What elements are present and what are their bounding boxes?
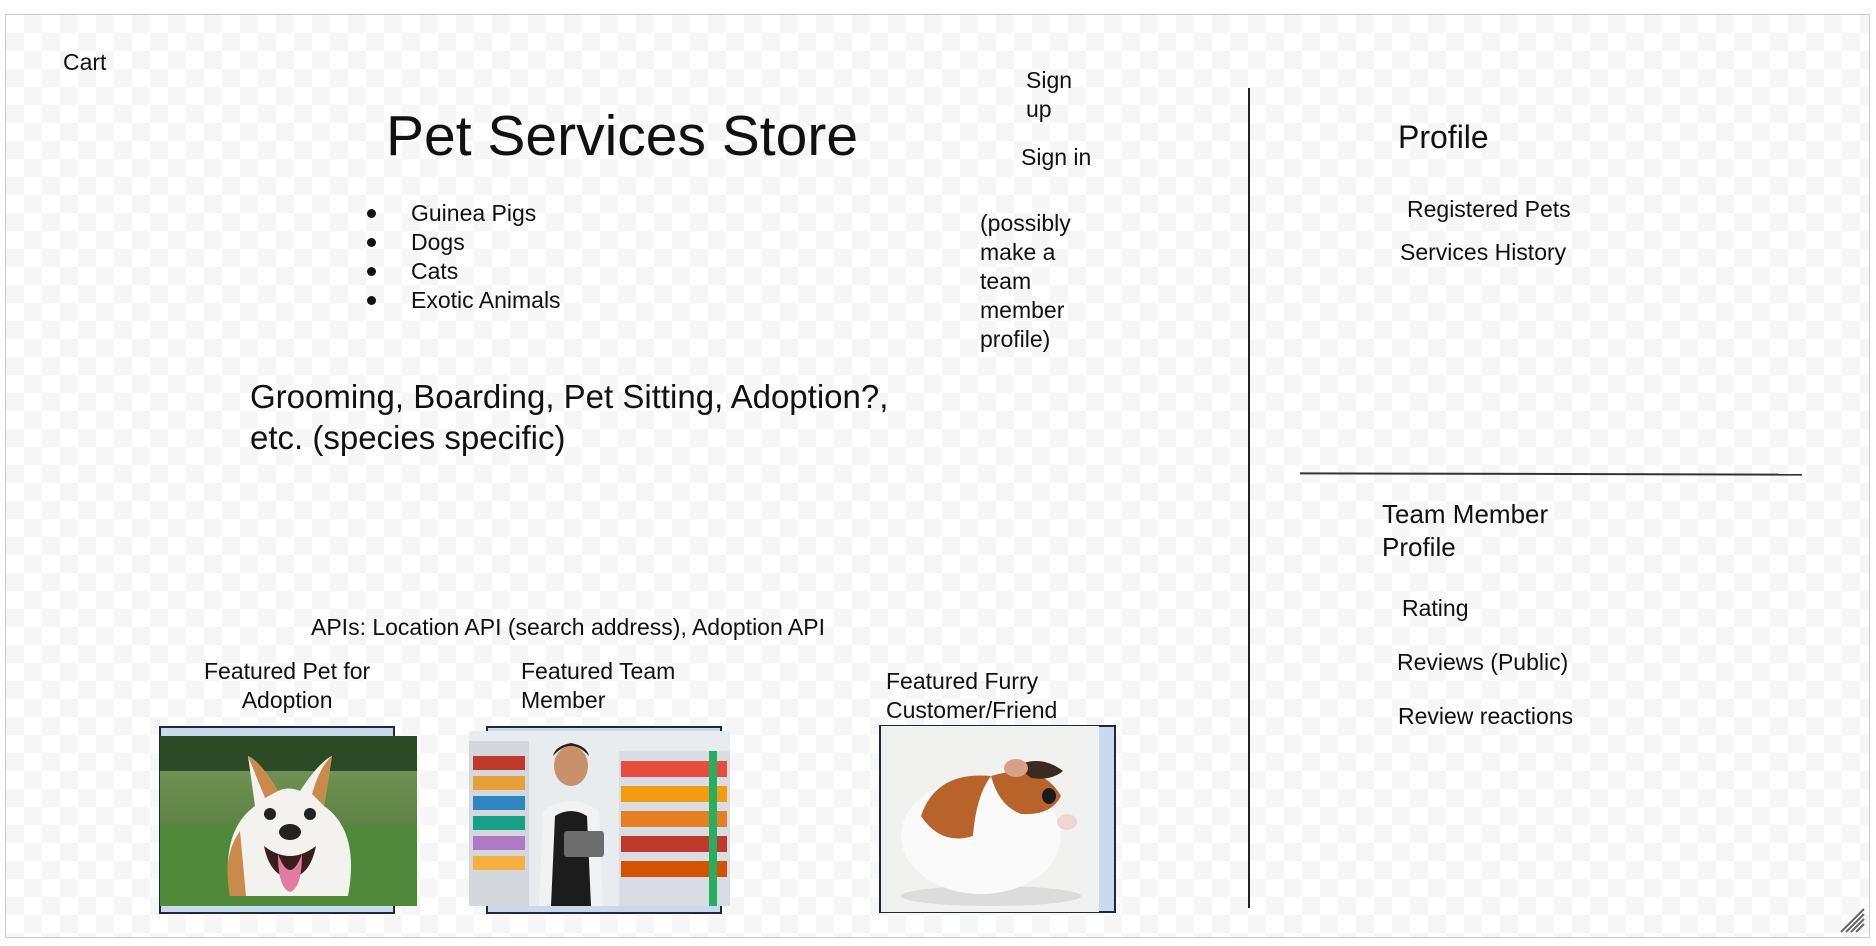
featured-customer-image[interactable] [881, 726, 1099, 912]
registered-pets-link[interactable]: Registered Pets [1407, 196, 1571, 223]
species-label: Dogs [411, 229, 465, 255]
featured-pet-line: Adoption [241, 687, 333, 713]
list-item[interactable]: Guinea Pigs [367, 199, 561, 228]
guinea-pig-icon [881, 726, 1099, 912]
bullet-icon [367, 296, 376, 305]
note-line: profile) [980, 326, 1051, 352]
team-profile-note: (possibly make a team member profile) [980, 209, 1071, 354]
featured-team-label: Featured Team Member [521, 657, 675, 715]
featured-pet-label: Featured Pet for Adoption [204, 657, 370, 715]
services-line: etc. (species specific) [250, 419, 566, 456]
species-label: Guinea Pigs [411, 200, 537, 226]
signup-link[interactable]: Sign up [1026, 66, 1072, 124]
review-reactions-link[interactable]: Review reactions [1398, 703, 1573, 730]
resize-grip-icon[interactable] [1837, 905, 1865, 933]
list-item[interactable]: Cats [367, 257, 561, 286]
species-label: Cats [411, 258, 459, 284]
note-line: team [980, 268, 1032, 294]
page-title: Pet Services Store [386, 104, 859, 168]
vertical-divider [1248, 88, 1250, 908]
note-line: (possibly [980, 210, 1071, 236]
reviews-link[interactable]: Reviews (Public) [1397, 649, 1568, 676]
services-line: Grooming, Boarding, Pet Sitting, Adoptio… [250, 378, 889, 415]
featured-customer-label: Featured Furry Customer/Friend [886, 667, 1057, 725]
rating-link[interactable]: Rating [1402, 595, 1468, 622]
cart-link[interactable]: Cart [63, 49, 106, 76]
featured-customer-line: Customer/Friend [886, 697, 1058, 723]
featured-team-line: Member [521, 687, 606, 713]
signup-label: Sign [1026, 67, 1073, 93]
store-employee-icon [469, 731, 730, 906]
services-history-link[interactable]: Services History [1400, 239, 1566, 266]
species-list: Guinea Pigs Dogs Cats Exotic Animals [367, 199, 561, 315]
team-profile-title-line: Team Member [1382, 499, 1549, 529]
featured-pet-line: Featured Pet for [204, 658, 371, 684]
featured-customer-line: Featured Furry [886, 668, 1039, 694]
dog-icon [160, 736, 417, 906]
species-label: Exotic Animals [411, 287, 561, 313]
services-text: Grooming, Boarding, Pet Sitting, Adoptio… [250, 376, 970, 458]
featured-pet-image[interactable] [160, 736, 417, 906]
bullet-icon [367, 267, 376, 276]
apis-text: APIs: Location API (search address), Ado… [311, 614, 825, 640]
signin-link[interactable]: Sign in [1021, 144, 1091, 171]
bullet-icon [367, 209, 376, 218]
list-item[interactable]: Exotic Animals [367, 286, 561, 315]
list-item[interactable]: Dogs [367, 228, 561, 257]
canvas-frame: Cart Pet Services Store Guinea Pigs Dogs… [5, 14, 1870, 938]
featured-team-line: Featured Team [521, 658, 676, 684]
horizontal-divider [1299, 472, 1803, 476]
note-line: make a [980, 239, 1056, 265]
note-line: member [980, 297, 1065, 323]
bullet-icon [367, 238, 376, 247]
team-profile-title: Team Member Profile [1382, 498, 1548, 564]
team-profile-title-line: Profile [1382, 532, 1456, 562]
signup-label: up [1026, 96, 1052, 122]
featured-team-image[interactable] [469, 731, 730, 906]
profile-title: Profile [1398, 119, 1489, 155]
